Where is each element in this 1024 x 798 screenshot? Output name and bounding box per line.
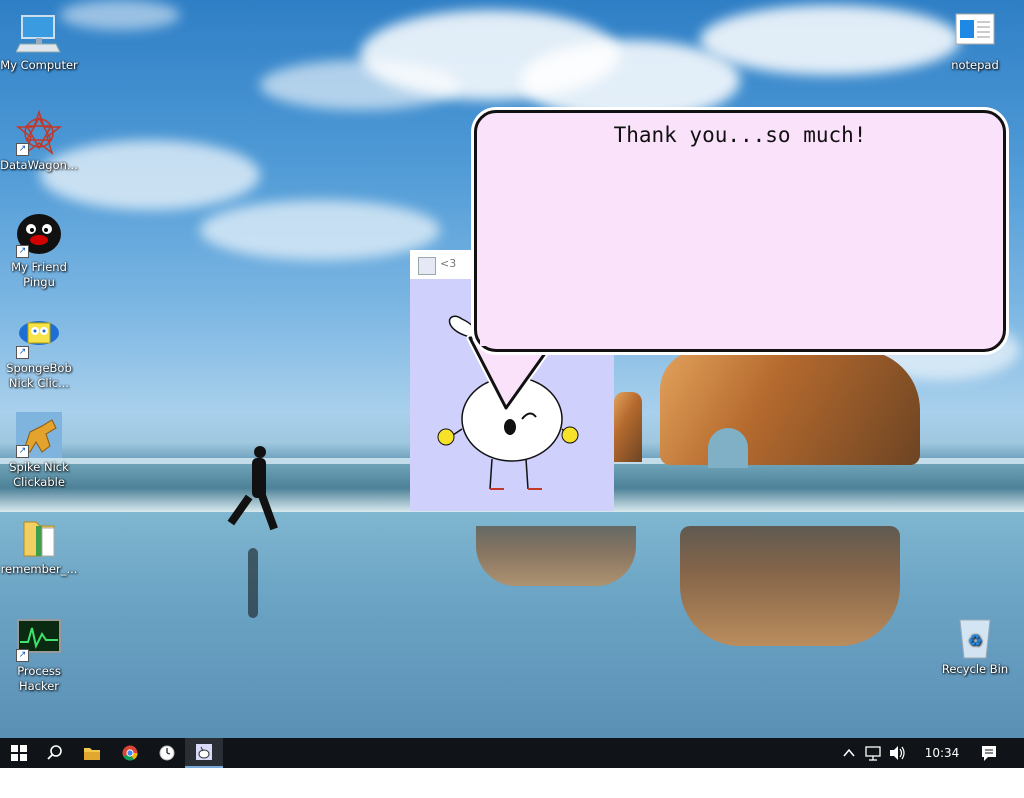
chrome-button[interactable] [111,738,149,768]
pingu-icon: ↗ [16,212,62,258]
icon-label-line1: Spike Nick [9,460,69,474]
windows-start-icon [11,745,27,761]
clock-app-icon [159,745,175,761]
icon-label: remember_... [0,562,78,576]
desktop-icon-my-computer[interactable]: My Computer [0,10,78,73]
character-app-button[interactable] [185,738,223,768]
icon-label-line2: Nick Clic... [8,376,70,390]
icon-label: DataWagon... [0,158,78,172]
file-explorer-button[interactable] [73,738,111,768]
icon-label-line2: Hacker [18,679,60,693]
search-icon [47,745,62,760]
icon-label-line1: SpongeBob [6,361,72,375]
desktop-icon-spike-nick[interactable]: ↗ Spike Nick Clickable [0,412,78,490]
character-app-icon [196,744,212,760]
chevron-up-icon [843,748,855,757]
notepad-icon [952,10,998,56]
file-explorer-icon [84,748,100,760]
zip-folder-icon [16,514,62,560]
icon-label: Recycle Bin [941,662,1009,676]
icon-label-line2: Clickable [13,475,65,489]
chrome-icon [122,745,138,761]
process-hacker-graph-icon: ↗ [16,616,62,662]
start-button[interactable] [0,738,38,768]
app-window-title: <3 [440,257,457,270]
desktop-icon-remember[interactable]: remember_... [0,514,78,577]
icon-label-line2: Pingu [23,275,55,289]
notification-icon [982,746,996,761]
shortcut-arrow-icon: ↗ [16,143,29,156]
taskbar: 10:34 AM [0,738,1024,790]
desktop-icon-spongebob[interactable]: ↗ SpongeBob Nick Clic... [0,313,78,391]
icon-label-line1: Process [17,664,61,678]
tray-volume[interactable] [888,738,908,768]
clock-app-button[interactable] [148,738,186,768]
computer-icon [15,10,62,56]
shortcut-arrow-icon: ↗ [16,445,29,458]
tray-network[interactable] [864,738,884,768]
volume-icon [890,746,905,760]
datawagon-star-icon: ↗ [15,109,63,156]
speech-bubble: Thank you...so much! [474,110,1006,352]
desktop-icon-process-hacker[interactable]: ↗ Process Hacker [0,616,78,694]
desktop-icon-my-friend-pingu[interactable]: ↗ My Friend Pingu [0,212,78,290]
network-icon [865,746,881,761]
shortcut-arrow-icon: ↗ [16,346,29,359]
action-center-button[interactable] [980,738,1004,768]
desktop-icon-notepad[interactable]: notepad [936,10,1014,73]
app-window-icon [418,257,436,275]
tray-show-hidden-icons[interactable] [842,738,858,768]
desktop-icon-datawagon[interactable]: ↗ DataWagon... [0,109,78,173]
icon-label-line1: My Friend [11,260,67,274]
speech-bubble-seam [480,330,560,346]
icon-label: notepad [951,58,999,72]
icon-label: My Computer [0,58,78,72]
shortcut-arrow-icon: ↗ [16,245,29,258]
svg-text:♻: ♻ [968,631,982,650]
spongebob-icon: ↗ [16,313,62,359]
spike-dog-icon: ↗ [16,412,62,458]
speech-bubble-text: Thank you...so much! [613,123,867,147]
search-button[interactable] [36,738,74,768]
desktop-icon-recycle-bin[interactable]: ♻ Recycle Bin [936,614,1014,677]
recycle-bin-icon: ♻ [952,614,998,660]
tray-clock[interactable]: 10:34 AM [914,738,970,790]
shortcut-arrow-icon: ↗ [16,649,29,662]
